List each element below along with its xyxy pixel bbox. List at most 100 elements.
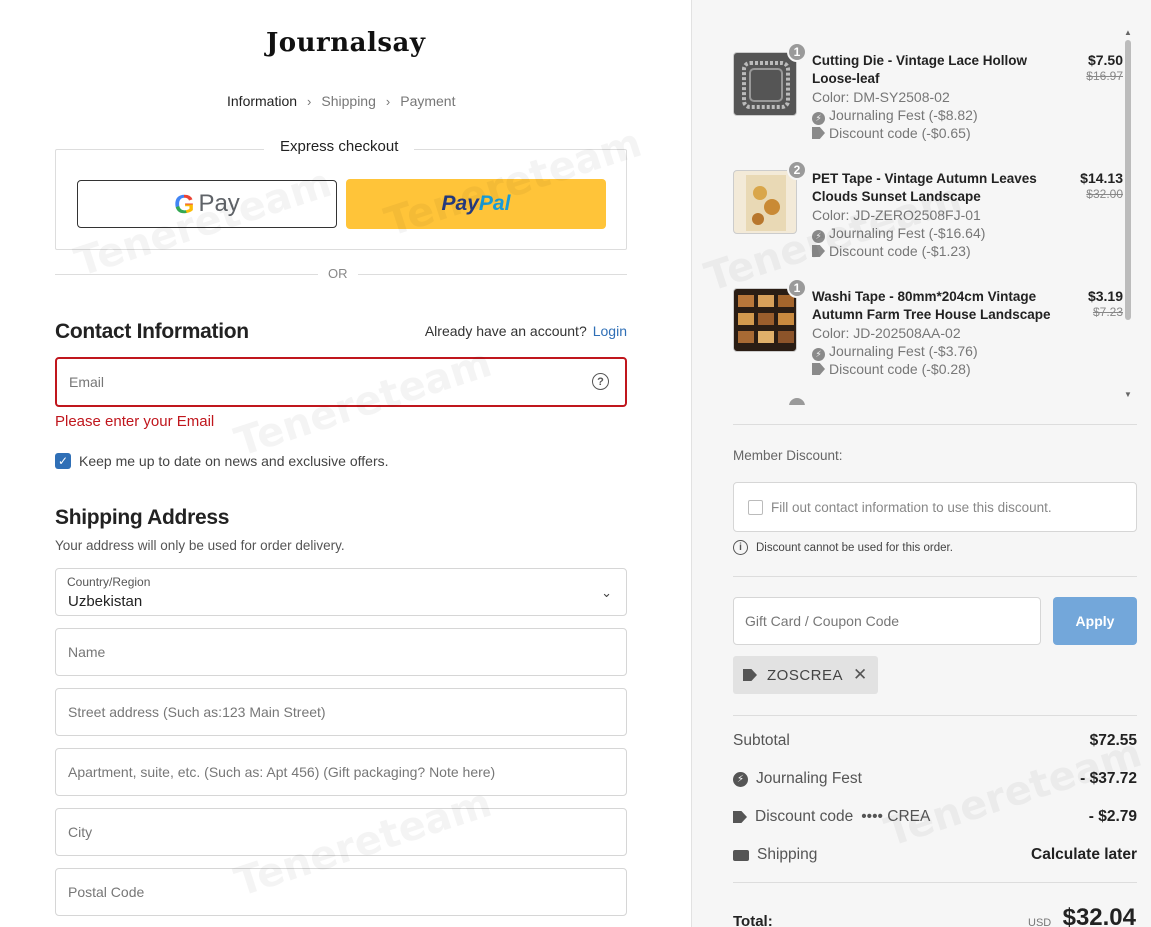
item-fest-discount: ⚡ Journaling Fest (-$3.76) [812,342,978,361]
item-price-value: $3.19 [1087,288,1123,304]
item-name: Washi Tape - 80mm*204cm Vintage Autumn F… [812,289,1051,322]
email-error: Please enter your Email [55,413,215,430]
contact-title: Contact Information [55,320,249,343]
paypal-button[interactable]: Pay Pal [346,179,606,229]
city-field[interactable]: City [55,808,627,856]
product-image [733,288,797,352]
cart-scrollbar[interactable] [1125,40,1131,320]
item-discount-text: Discount code (-$1.23) [829,243,971,259]
close-icon[interactable]: ✕ [853,665,868,685]
subtotal-label: Subtotal [733,732,790,749]
item-discount-text: Discount code (-$0.28) [829,361,971,377]
country-value: Uzbekistan [68,593,143,610]
brand-logo[interactable]: Journalsay [266,28,425,58]
discount-code-mask: •••• CREA [861,808,931,825]
fest-value: - $37.72 [1080,770,1137,787]
apartment-placeholder: Apartment, suite, etc. (Such as: Apt 456… [68,764,496,780]
shipping-value: Calculate later [1031,846,1137,863]
street-placeholder: Street address (Such as:123 Main Street) [68,704,326,720]
applied-coupon-code: ZOSCREA [767,666,844,684]
name-field[interactable]: Name [55,628,627,676]
newsletter-option[interactable]: ✓ Keep me up to date on news and exclusi… [55,453,389,469]
paypal-label-pal: Pal [478,192,511,215]
coupon-input[interactable]: Gift Card / Coupon Code [733,597,1041,645]
shipping-note: Your address will only be used for order… [55,538,345,553]
shipping-row: Shipping Calculate later [733,846,1137,864]
breadcrumb: Information › Shipping › Payment [227,93,455,109]
info-icon: i [733,540,748,555]
item-price: $14.13 $32.00 [1080,170,1123,201]
fest-discount-row: ⚡ Journaling Fest - $37.72 [733,770,1137,788]
question-mark-icon[interactable]: ? [592,373,609,390]
email-placeholder: Email [69,374,105,390]
item-color: Color: JD-202508AA-02 [812,325,961,341]
item-fest-text: Journaling Fest (-$16.64) [829,225,986,241]
discount-note-text: Discount cannot be used for this order. [756,541,953,554]
coupon-placeholder: Gift Card / Coupon Code [745,613,900,629]
item-old-price: $32.00 [1086,187,1123,201]
item-fest-discount: ⚡ Journaling Fest (-$8.82) [812,106,978,125]
product-image [733,170,797,234]
google-pay-button[interactable]: G Pay [77,180,337,228]
scroll-down-icon[interactable]: ▼ [1124,390,1132,399]
street-field[interactable]: Street address (Such as:123 Main Street) [55,688,627,736]
item-price: $7.50 $16.97 [1086,52,1123,83]
checkout-form-column: Journalsay Information › Shipping › Paym… [0,0,691,927]
item-price-value: $7.50 [1087,52,1123,68]
item-price: $3.19 $7.23 [1088,288,1123,319]
member-discount-label: Member Discount: [733,448,843,463]
email-field[interactable]: Email ? [55,357,627,407]
quantity-badge: 1 [787,42,807,62]
city-placeholder: City [68,824,93,840]
tag-icon [812,245,825,257]
divider [733,715,1137,716]
item-fest-discount: ⚡ Journaling Fest (-$16.64) [812,224,985,243]
chevron-down-icon: ⌄ [601,585,612,600]
shipping-label: Shipping [757,846,818,863]
total-label: Total: [733,913,773,927]
item-name: PET Tape - Vintage Autumn Leaves Clouds … [812,171,1037,204]
or-label: OR [318,266,358,281]
item-code-discount: Discount code (-$1.23) [812,242,971,260]
item-discount-text: Discount code (-$0.65) [829,125,971,141]
member-discount-checkbox[interactable] [748,499,763,515]
cart-item: 1 Cutting Die - Vintage Lace Hollow Loos… [733,42,1123,152]
name-placeholder: Name [68,644,106,660]
member-discount-option[interactable]: Fill out contact information to use this… [733,482,1137,532]
postal-code-field[interactable]: Postal Code [55,868,627,916]
tag-icon [812,127,825,139]
breadcrumb-payment[interactable]: Payment [400,93,455,109]
item-old-price: $7.23 [1092,305,1123,319]
newsletter-label: Keep me up to date on news and exclusive… [79,453,389,469]
scroll-up-icon[interactable]: ▲ [1124,28,1132,37]
item-color: Color: DM-SY2508-02 [812,89,950,105]
breadcrumb-shipping[interactable]: Shipping [321,93,376,109]
divider [733,576,1137,577]
shipping-title: Shipping Address [55,506,230,529]
account-prompt-text: Already have an account? [424,323,587,339]
item-old-price: $16.97 [1086,69,1123,83]
account-prompt: Already have an account? Login [425,323,627,339]
country-select[interactable]: Country/Region Uzbekistan ⌄ [55,568,627,616]
discount-code-row: Discount code •••• CREA - $2.79 [733,808,1137,826]
chevron-right-icon: › [307,93,312,109]
newsletter-checkbox[interactable]: ✓ [55,453,71,469]
item-color: Color: JD-ZERO2508FJ-01 [812,207,981,223]
postal-placeholder: Postal Code [68,884,145,900]
tag-icon [743,669,757,681]
item-fest-text: Journaling Fest (-$3.76) [829,343,978,359]
subtotal-value: $72.55 [1089,732,1137,749]
apartment-field[interactable]: Apartment, suite, etc. (Such as: Apt 456… [55,748,627,796]
login-link[interactable]: Login [593,323,627,339]
apply-button[interactable]: Apply [1053,597,1137,645]
cart-items-list[interactable]: 1 Cutting Die - Vintage Lace Hollow Loos… [692,0,1151,405]
quantity-badge-partial [787,396,807,405]
discount-label: Discount code [755,808,854,825]
total-currency: USD [1028,917,1052,927]
member-discount-text: Fill out contact information to use this… [771,499,1052,515]
product-image [733,52,797,116]
subtotal-row: Subtotal $72.55 [733,732,1137,750]
fest-label: Journaling Fest [756,770,862,787]
breadcrumb-information[interactable]: Information [227,93,297,109]
discount-value: - $2.79 [1088,808,1137,825]
